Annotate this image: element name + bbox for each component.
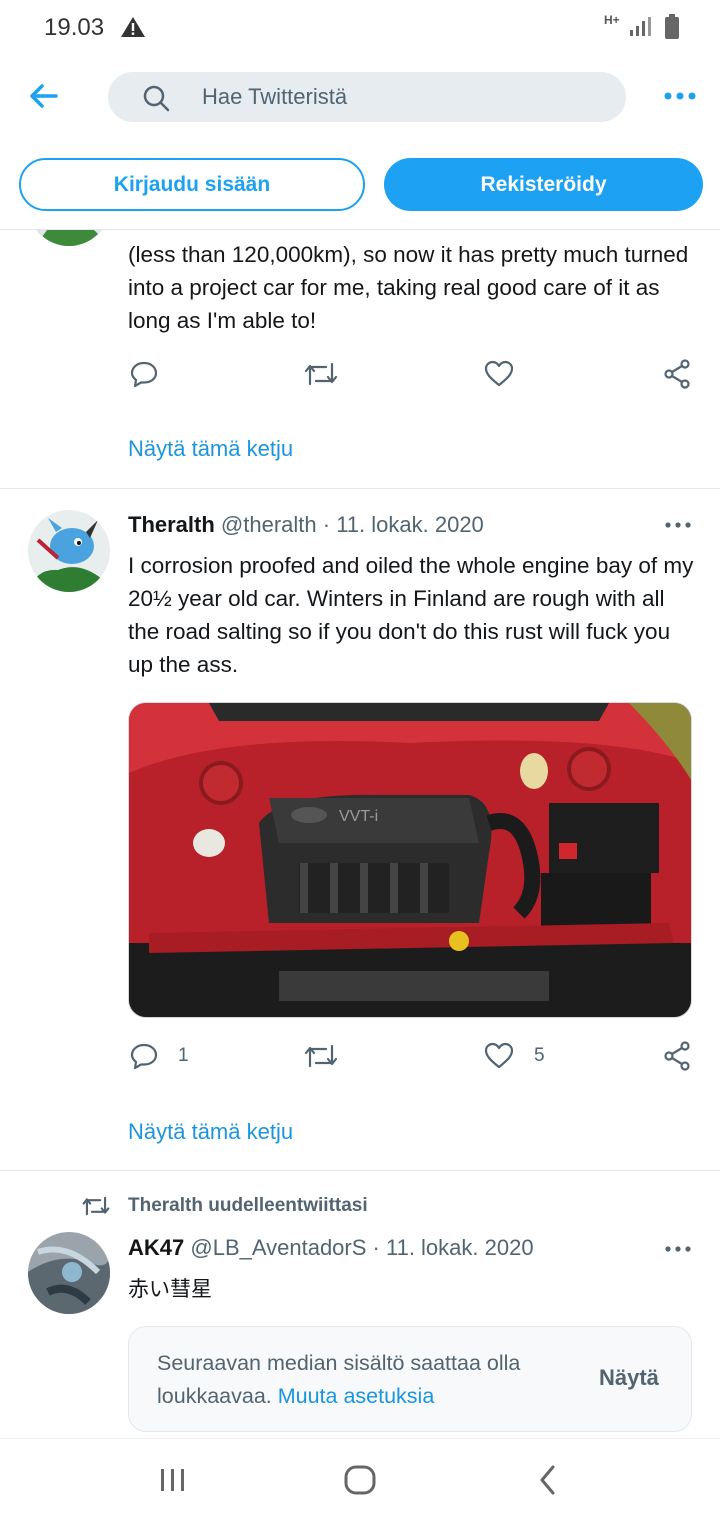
reply-icon	[130, 1043, 158, 1070]
divider	[0, 488, 720, 489]
heart-icon	[484, 1042, 514, 1069]
top-bar: Hae Twitteristä	[0, 56, 720, 140]
register-button[interactable]: Rekisteröidy	[384, 158, 703, 211]
warning-icon	[121, 17, 145, 37]
heart-icon	[484, 360, 514, 387]
tweet-header: Theralth @theralth · 11. lokak. 2020	[128, 512, 484, 538]
reply-button[interactable]	[130, 360, 158, 388]
battery-icon	[665, 14, 679, 39]
signal-icon	[630, 17, 651, 36]
share-icon	[664, 1041, 690, 1071]
retweet-button[interactable]	[304, 1042, 338, 1070]
sensitive-message: Seuraavan median sisältö saattaa olla lo…	[157, 1347, 577, 1413]
user-handle[interactable]: @theralth	[221, 512, 317, 537]
reply-count: 1	[178, 1045, 189, 1066]
show-thread-link[interactable]: Näytä tämä ketju	[128, 1119, 293, 1145]
like-button[interactable]: 5	[484, 1042, 545, 1070]
more-options-icon[interactable]	[660, 86, 700, 106]
back-arrow-icon[interactable]	[26, 78, 62, 114]
retweet-button[interactable]	[304, 360, 338, 388]
reply-icon	[130, 361, 158, 388]
search-bar[interactable]: Hae Twitteristä	[108, 72, 626, 122]
search-placeholder: Hae Twitteristä	[202, 84, 348, 109]
tweet-header: AK47 @LB_AventadorS · 11. lokak. 2020	[128, 1235, 534, 1261]
separator: ·	[316, 512, 337, 537]
retweet-icon	[304, 1044, 338, 1068]
retweet-context-text[interactable]: Theralth uudelleentwiittasi	[128, 1195, 368, 1217]
retweet-icon	[82, 1196, 110, 1216]
recent-apps-icon[interactable]	[158, 1465, 188, 1495]
user-name[interactable]: AK47	[128, 1235, 184, 1260]
status-bar: 19.03 H+	[0, 0, 720, 56]
like-button[interactable]	[484, 360, 514, 388]
show-media-button[interactable]: Näytä	[599, 1365, 659, 1391]
network-type: H+	[604, 13, 620, 27]
back-icon[interactable]	[536, 1463, 560, 1497]
show-thread-link[interactable]: Näytä tämä ketju	[128, 436, 293, 462]
reply-button[interactable]: 1	[130, 1042, 189, 1070]
change-settings-link[interactable]: Muuta asetuksia	[278, 1384, 435, 1408]
svg-text:VVT-i: VVT-i	[339, 808, 378, 825]
avatar[interactable]	[28, 510, 110, 592]
tweet-date[interactable]: 11. lokak. 2020	[386, 1235, 534, 1260]
divider	[0, 1170, 720, 1171]
tweet-text: 赤い彗星	[128, 1277, 212, 1301]
user-handle[interactable]: @LB_AventadorS	[190, 1235, 366, 1260]
tweet-image[interactable]: VVT-i	[128, 702, 692, 1018]
avatar[interactable]	[28, 1232, 110, 1314]
system-navigation-bar	[0, 1438, 720, 1520]
user-name[interactable]: Theralth	[128, 512, 215, 537]
login-button[interactable]: Kirjaudu sisään	[19, 158, 365, 211]
retweet-icon	[304, 362, 338, 386]
tweet-date[interactable]: 11. lokak. 2020	[336, 512, 484, 537]
separator: ·	[366, 1235, 386, 1260]
sensitive-media-notice: Seuraavan median sisältö saattaa olla lo…	[128, 1326, 692, 1432]
tweet-text: (less than 120,000km), so now it has pre…	[128, 242, 689, 333]
share-icon	[664, 359, 690, 389]
tweet-menu-icon[interactable]	[664, 521, 692, 529]
home-icon[interactable]	[343, 1463, 377, 1497]
status-time: 19.03	[44, 14, 105, 41]
like-count: 5	[534, 1045, 545, 1066]
tweet-text: I corrosion proofed and oiled the whole …	[128, 553, 694, 677]
share-button[interactable]	[663, 359, 691, 389]
search-icon	[143, 85, 170, 112]
tweet-menu-icon[interactable]	[664, 1245, 692, 1253]
retweet-context: Theralth uudelleentwiittasi	[82, 1194, 368, 1218]
auth-bar: Kirjaudu sisään Rekisteröidy	[0, 140, 720, 230]
share-button[interactable]	[663, 1041, 691, 1071]
